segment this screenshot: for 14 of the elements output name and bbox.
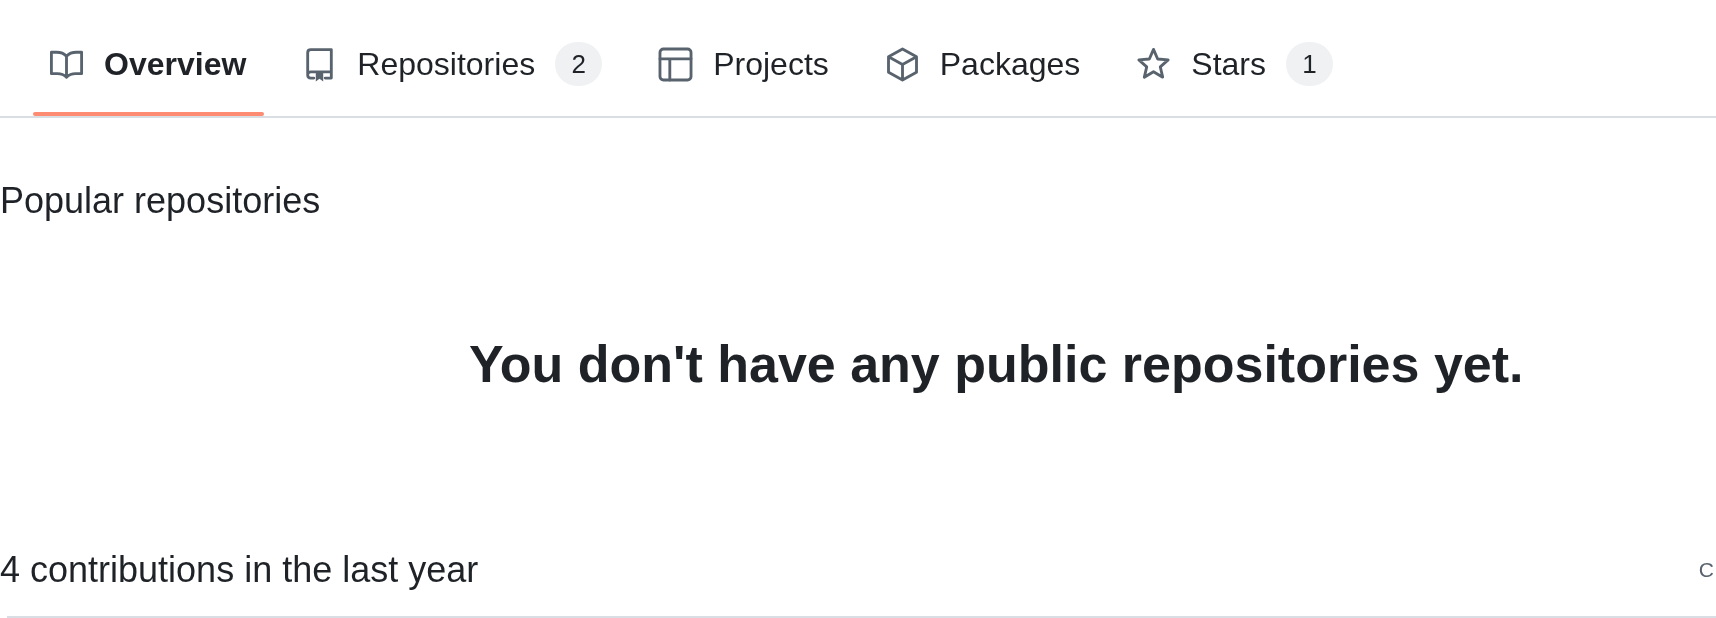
count-badge: 2 [555, 42, 603, 87]
profile-tab[interactable]: Projects [642, 12, 847, 117]
table-icon [658, 46, 694, 82]
profile-tab[interactable]: Stars 1 [1120, 12, 1351, 117]
profile-tab[interactable]: Repositories 2 [286, 12, 621, 117]
star-icon [1136, 46, 1172, 82]
empty-message: You don't have any public repositories yet. [469, 334, 1524, 395]
contributions-title: 4 contributions in the last year [0, 549, 479, 592]
profile-tab[interactable]: Overview [33, 12, 265, 117]
cube-icon [884, 46, 920, 82]
cut-off-text: C [1698, 557, 1714, 584]
count-badge: 1 [1286, 42, 1333, 87]
section-title: Popular repositories [0, 180, 321, 223]
profile-tab[interactable]: Packages [868, 12, 1099, 117]
